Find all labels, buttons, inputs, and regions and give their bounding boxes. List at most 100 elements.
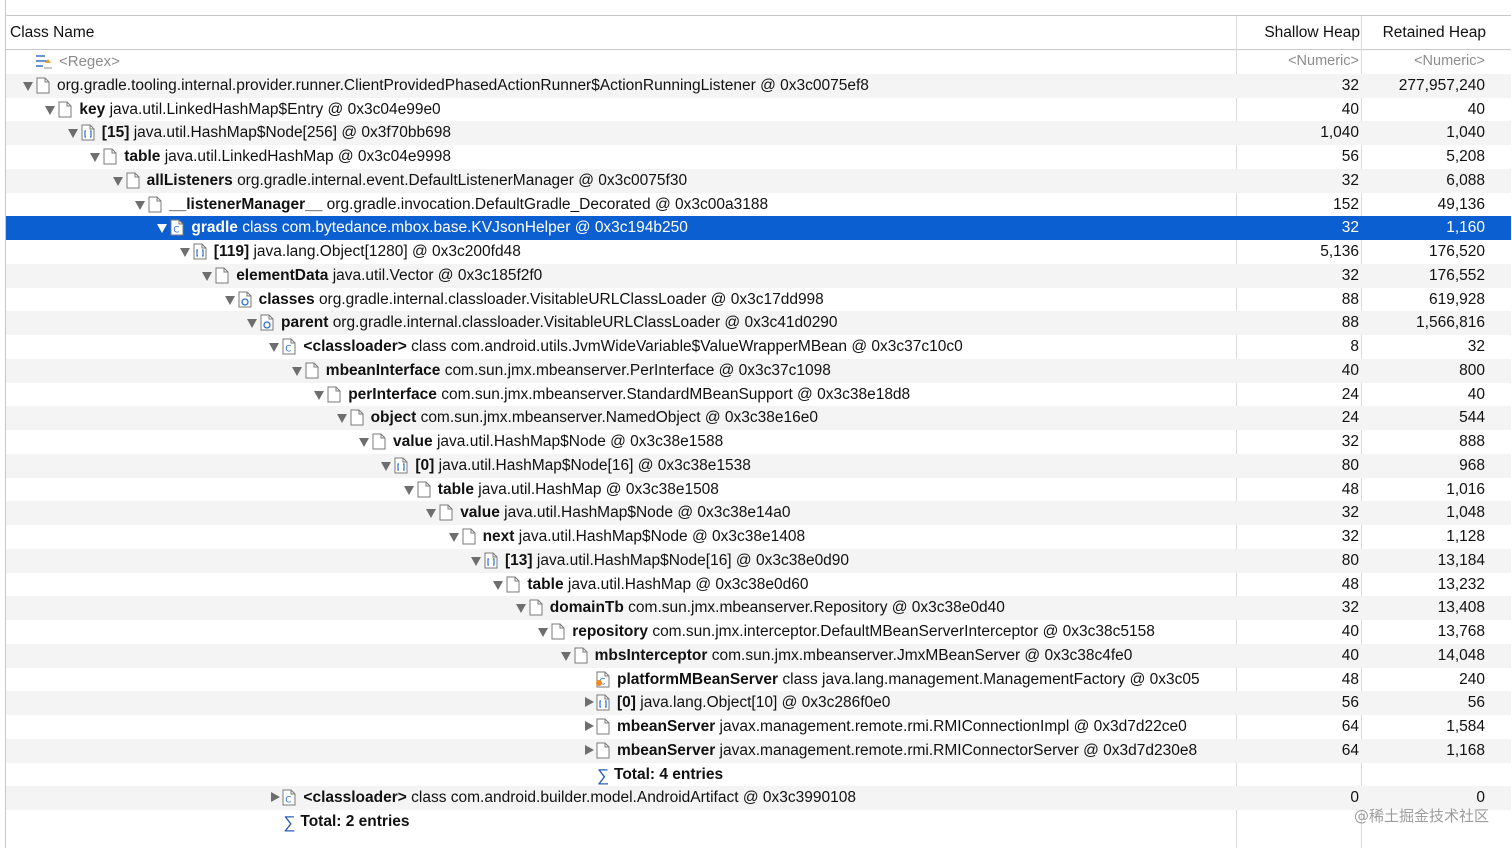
tree-row[interactable]: mbsInterceptor com.sun.jmx.mbeanserver.J… xyxy=(6,643,1511,668)
tree-row[interactable]: Cgradle class com.bytedance.mbox.base.KV… xyxy=(6,216,1511,240)
column-header-shallow-heap[interactable]: Shallow Heap xyxy=(1237,16,1360,49)
object-description: class com.android.builder.model.AndroidA… xyxy=(411,789,856,807)
expand-toggle-icon[interactable] xyxy=(314,390,325,400)
shallow-heap-value: 32 xyxy=(1341,171,1359,189)
tree-row[interactable]: value java.util.HashMap$Node @ 0x3c38e14… xyxy=(6,501,1511,525)
expand-toggle-icon[interactable] xyxy=(291,366,302,376)
tree-row[interactable]: __listenerManager__ org.gradle.invocatio… xyxy=(6,193,1511,217)
collapsed-toggle-icon[interactable] xyxy=(585,697,594,708)
tree-row[interactable]: C <classloader> class com.android.utils.J… xyxy=(6,335,1511,359)
retained-numeric-filter[interactable]: <Numeric> xyxy=(1363,50,1485,74)
field-name: platformMBeanServer xyxy=(617,670,779,688)
tree-row[interactable]: [0] java.util.HashMap$Node[16] @ 0x3c38e… xyxy=(6,453,1511,478)
tree-row[interactable]: mbeanServer javax.management.remote.rmi.… xyxy=(6,715,1511,739)
expand-toggle-icon[interactable] xyxy=(426,509,437,519)
tree-row[interactable]: object com.sun.jmx.mbeanserver.NamedObje… xyxy=(6,406,1511,430)
page-object-icon xyxy=(574,647,588,664)
object-description: java.util.HashMap @ 0x3c38e1508 xyxy=(478,480,719,498)
expand-toggle-icon[interactable] xyxy=(471,556,481,566)
page-object-icon xyxy=(439,504,453,521)
tree-row[interactable]: perInterface com.sun.jmx.mbeanserver.Sta… xyxy=(6,383,1511,407)
tree-row[interactable]: [119] java.lang.Object[1280] @ 0x3c200fd… xyxy=(6,240,1511,264)
tree-row[interactable]: elementData java.util.Vector @ 0x3c185f2… xyxy=(6,263,1511,288)
tree-row[interactable]: table java.util.LinkedHashMap @ 0x3c04e9… xyxy=(6,145,1511,169)
field-name: mbeanServer xyxy=(617,741,716,759)
total-row[interactable]: ∑ Total: 2 entries xyxy=(6,810,1511,834)
column-header-class-name[interactable]: Class Name xyxy=(10,16,1236,49)
tree-row[interactable]: [15] java.util.HashMap$Node[256] @ 0x3f7… xyxy=(6,121,1511,145)
expand-toggle-icon[interactable] xyxy=(515,604,526,614)
field-name: next xyxy=(482,528,515,545)
page-object-icon xyxy=(327,386,341,403)
collapsed-toggle-icon[interactable] xyxy=(271,792,281,803)
tree-row[interactable]: table java.util.HashMap @ 0x3c38e0d60 48 1… xyxy=(6,573,1511,597)
regex-filter-icon[interactable] xyxy=(33,52,53,71)
expand-toggle-icon[interactable] xyxy=(403,485,414,495)
tree-row[interactable]: [0] java.lang.Object[10] @ 0x3c286f0e0 56… xyxy=(6,691,1511,715)
expand-toggle-icon[interactable] xyxy=(45,105,56,115)
page-object-icon xyxy=(305,362,319,379)
shallow-heap-value: 40 xyxy=(1341,361,1359,379)
expand-toggle-icon[interactable] xyxy=(179,248,190,257)
shallow-heap-value: 40 xyxy=(1341,646,1359,664)
regex-filter-input[interactable]: <Regex> xyxy=(59,50,120,74)
object-description: java.util.HashMap$Node[16] @ 0x3c38e0d90 xyxy=(536,551,850,569)
collapsed-toggle-icon[interactable] xyxy=(585,744,594,755)
expand-toggle-icon[interactable] xyxy=(67,129,78,139)
expand-toggle-icon[interactable] xyxy=(359,438,369,447)
array-object-icon xyxy=(394,457,408,474)
expand-toggle-icon[interactable] xyxy=(135,200,145,210)
expand-toggle-icon[interactable] xyxy=(336,414,347,424)
tree-row[interactable]: mbeanServer javax.management.remote.rmi.… xyxy=(6,738,1511,763)
expand-toggle-icon[interactable] xyxy=(560,651,571,661)
object-description: java.util.HashMap$Node[16] @ 0x3c38e1538 xyxy=(438,456,751,474)
tree-row[interactable]: value java.util.HashMap$Node @ 0x3c38e15… xyxy=(6,430,1511,454)
collapsed-toggle-icon[interactable] xyxy=(585,721,594,731)
row-label: platformMBeanServer class java.lang.mana… xyxy=(617,668,1200,692)
expand-toggle-icon[interactable] xyxy=(269,343,280,352)
object-description: java.util.Vector @ 0x3c185f2f0 xyxy=(332,266,543,284)
watermark: @稀土掘金技术社区 xyxy=(1353,807,1489,825)
tree-row[interactable]: C <classloader> class com.android.builder… xyxy=(6,786,1511,810)
page-object-icon xyxy=(506,576,520,593)
shallow-heap-value: 32 xyxy=(1341,219,1359,237)
expand-toggle-icon[interactable] xyxy=(202,271,213,281)
object-description: org.gradle.tooling.internal.provider.run… xyxy=(57,76,869,94)
tree-row[interactable]: [13] java.util.HashMap$Node[16] @ 0x3c38… xyxy=(6,548,1511,573)
expand-toggle-icon[interactable] xyxy=(247,319,257,329)
retained-heap-value: 1,040 xyxy=(1446,124,1485,142)
field-name: mbeanServer xyxy=(617,718,716,735)
expand-toggle-icon[interactable] xyxy=(224,295,235,305)
retained-heap-value: 619,928 xyxy=(1428,290,1485,308)
tree-row[interactable]: allListeners org.gradle.internal.event.D… xyxy=(6,168,1511,193)
expand-toggle-icon[interactable] xyxy=(23,81,33,91)
tree-row[interactable]: domainTb com.sun.jmx.mbeanserver.Reposit… xyxy=(6,596,1511,620)
tree-row[interactable]: CplatformMBeanServer class java.lang.man… xyxy=(6,668,1511,692)
tree-row[interactable]: repository com.sun.jmx.interceptor.Defau… xyxy=(6,620,1511,644)
field-name: parent xyxy=(281,314,329,332)
class-object-icon: C xyxy=(282,338,296,355)
expand-toggle-icon[interactable] xyxy=(448,533,459,542)
retained-heap-value: 176,552 xyxy=(1428,266,1485,284)
column-header-retained-heap[interactable]: Retained Heap xyxy=(1363,16,1486,49)
tree-row[interactable]: classes org.gradle.internal.classloader.… xyxy=(6,288,1511,312)
shallow-heap-value: 40 xyxy=(1341,100,1359,118)
shallow-heap-value: 32 xyxy=(1341,76,1359,94)
row-label: mbeanServer javax.management.remote.rmi.… xyxy=(617,739,1197,763)
expand-toggle-icon[interactable] xyxy=(112,176,123,186)
total-row[interactable]: ∑ Total: 4 entries xyxy=(6,763,1511,787)
heap-table: Class Name Shallow Heap Retained Heap <R… xyxy=(5,0,1511,848)
tree-row[interactable]: mbeanInterface com.sun.jmx.mbeanserver.P… xyxy=(6,358,1511,383)
expand-toggle-icon[interactable] xyxy=(157,224,168,234)
tree-row[interactable]: next java.util.HashMap$Node @ 0x3c38e140… xyxy=(6,525,1511,549)
expand-toggle-icon[interactable] xyxy=(381,461,392,471)
tree-row[interactable]: key java.util.LinkedHashMap$Entry @ 0x3c… xyxy=(6,98,1511,122)
tree-row[interactable]: table java.util.HashMap @ 0x3c38e1508 48 1… xyxy=(6,478,1511,502)
tree-row[interactable]: parent org.gradle.internal.classloader.V… xyxy=(6,311,1511,335)
tree-row[interactable]: org.gradle.tooling.internal.provider.run… xyxy=(6,73,1511,98)
expand-toggle-icon[interactable] xyxy=(90,153,101,162)
shallow-numeric-filter[interactable]: <Numeric> xyxy=(1237,50,1359,74)
row-label: table java.util.LinkedHashMap @ 0x3c04e9… xyxy=(124,145,451,169)
expand-toggle-icon[interactable] xyxy=(493,580,504,590)
expand-toggle-icon[interactable] xyxy=(538,628,549,637)
